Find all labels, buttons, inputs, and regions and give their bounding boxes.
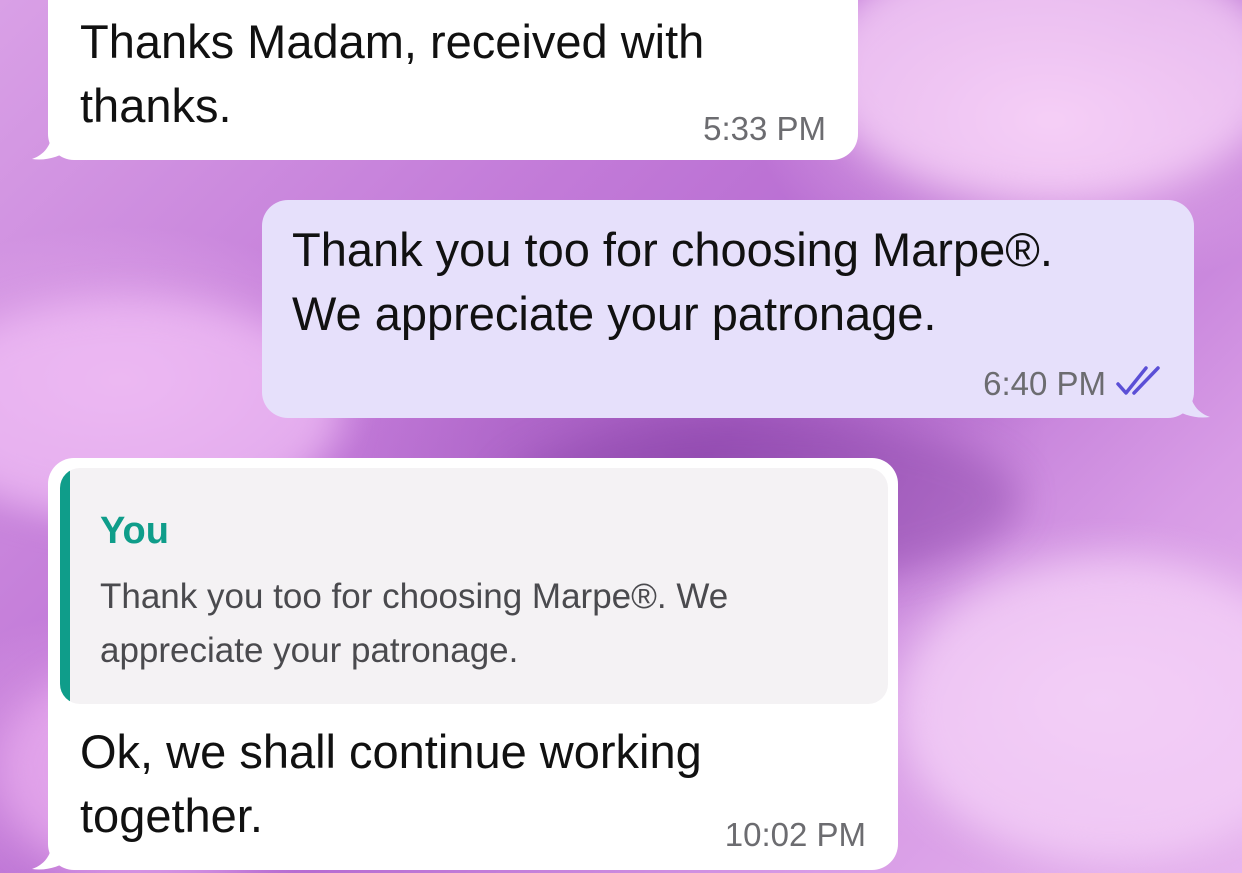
reply-text: Thank you too for choosing Marpe®. We ap… — [100, 577, 729, 670]
bubble-tail — [32, 131, 70, 160]
bubble-tail — [32, 841, 70, 870]
message-bubble-incoming[interactable]: Thanks Madam, received with thanks. 5:33… — [48, 0, 858, 160]
bubble-tail — [1172, 389, 1210, 418]
reply-accent-bar — [60, 468, 70, 704]
reply-author: You — [100, 510, 169, 552]
quoted-reply[interactable]: You Thank you too for choosing Marpe®. W… — [60, 468, 888, 704]
message-text: Thanks Madam, received with thanks. — [80, 15, 705, 132]
double-check-read-icon — [1116, 366, 1160, 395]
message-timestamp: 5:33 PM — [703, 110, 826, 147]
message-bubble-outgoing[interactable]: Thank you too for choosing Marpe®. We ap… — [262, 200, 1194, 418]
message-timestamp: 6:40 PM — [983, 365, 1106, 402]
message-timestamp: 10:02 PM — [724, 816, 866, 853]
message-text: Ok, we shall continue working together. — [80, 725, 702, 842]
message-text: Thank you too for choosing Marpe®. We ap… — [292, 223, 1053, 340]
message-bubble-incoming[interactable]: You Thank you too for choosing Marpe®. W… — [48, 458, 898, 870]
